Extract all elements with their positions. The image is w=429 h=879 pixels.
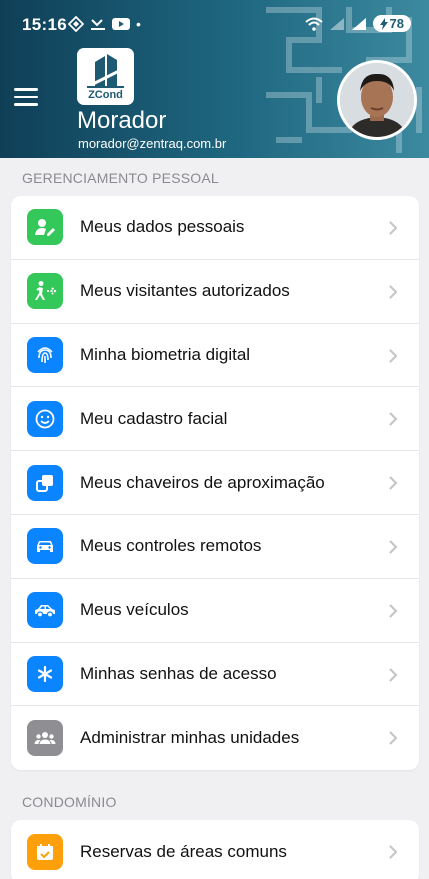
diamond-app-icon [68, 16, 84, 32]
menu-item-biometria[interactable]: Minha biometria digital [11, 324, 419, 388]
chevron-right-icon [389, 412, 398, 427]
menu-item-reservas[interactable]: Reservas de áreas comuns [11, 820, 419, 879]
menu-item-controles-remotos[interactable]: Meus controles remotos [11, 515, 419, 579]
menu-item-unidades[interactable]: Administrar minhas unidades [11, 706, 419, 770]
chevron-right-icon [389, 285, 398, 299]
menu-item-label: Meus visitantes autorizados [80, 281, 290, 301]
clock: 15:16 [22, 15, 67, 34]
wifi-icon [304, 17, 323, 31]
menu-item-label: Reservas de áreas comuns [80, 841, 287, 861]
calendar-check-icon [27, 833, 63, 870]
profile-header: 15:16 • 78 ZCond Morador morador@zentraq… [0, 0, 429, 158]
condominium-card: Reservas de áreas comuns [11, 820, 419, 879]
smile-icon [27, 400, 63, 437]
status-bar: 15:16 • 78 [0, 0, 429, 52]
chevron-right-icon [389, 731, 398, 746]
menu-item-label: Meus veículos [80, 600, 189, 620]
menu-item-label: Minha biometria digital [80, 344, 251, 364]
menu-item-veiculos[interactable]: Meus veículos [11, 579, 419, 643]
building-logo-icon [87, 54, 124, 88]
asterisk-icon [27, 655, 63, 692]
user-avatar[interactable] [337, 60, 417, 140]
visitor-arrow-icon [27, 273, 63, 310]
hamburger-menu-button[interactable] [14, 88, 38, 108]
chevron-right-icon [389, 667, 398, 682]
chevron-right-icon [389, 221, 398, 235]
menu-item-label: Administrar minhas unidades [80, 728, 300, 748]
chevron-right-icon [389, 845, 398, 859]
system-icons: 78 [304, 15, 411, 32]
logo-text: ZCond [88, 89, 123, 101]
battery-indicator: 78 [372, 15, 411, 32]
personal-management-card: Meus dados pessoais Meus visitantes auto… [11, 196, 419, 771]
section-title-condominio: CONDOMÍNIO [22, 794, 117, 810]
notification-icons: • [68, 16, 141, 32]
menu-line [14, 103, 38, 106]
menu-item-visitantes[interactable]: Meus visitantes autorizados [11, 260, 419, 324]
menu-item-cadastro-facial[interactable]: Meu cadastro facial [11, 387, 419, 452]
chevron-right-icon [389, 348, 398, 363]
menu-item-label: Meus controles remotos [80, 536, 262, 556]
menu-item-label: Meus chaveiros de aproximação [80, 472, 325, 492]
signal-weak-icon [329, 17, 344, 30]
chevron-right-icon [389, 540, 398, 554]
menu-item-senhas[interactable]: Minhas senhas de acesso [11, 643, 419, 707]
menu-item-label: Meu cadastro facial [80, 408, 228, 428]
menu-item-chaveiros[interactable]: Meus chaveiros de aproximação [11, 451, 419, 515]
charging-bolt-icon [379, 17, 388, 30]
menu-item-dados-pessoais[interactable]: Meus dados pessoais [11, 196, 419, 260]
missed-call-icon [91, 19, 105, 30]
user-role: Morador [77, 107, 167, 134]
chevron-right-icon [389, 476, 398, 490]
car-front-icon [27, 528, 63, 565]
signal-icon [351, 17, 366, 30]
menu-line [14, 95, 38, 98]
person-edit-icon [27, 209, 63, 246]
youtube-icon [112, 18, 130, 30]
section-title-gerenciamento: GERENCIAMENTO PESSOAL [22, 170, 219, 186]
car-side-icon [27, 592, 63, 629]
menu-item-label: Minhas senhas de acesso [80, 663, 277, 683]
user-email: morador@zentraq.com.br [78, 136, 227, 151]
fingerprint-icon [27, 336, 63, 373]
more-notifications-dot: • [136, 16, 141, 32]
tag-icon [27, 464, 63, 501]
group-icon [27, 720, 63, 757]
person-photo-icon [340, 63, 414, 137]
chevron-right-icon [389, 604, 398, 618]
menu-item-label: Meus dados pessoais [80, 217, 245, 237]
menu-line [14, 88, 38, 91]
zcond-logo: ZCond [77, 48, 134, 105]
battery-level: 78 [389, 16, 404, 31]
